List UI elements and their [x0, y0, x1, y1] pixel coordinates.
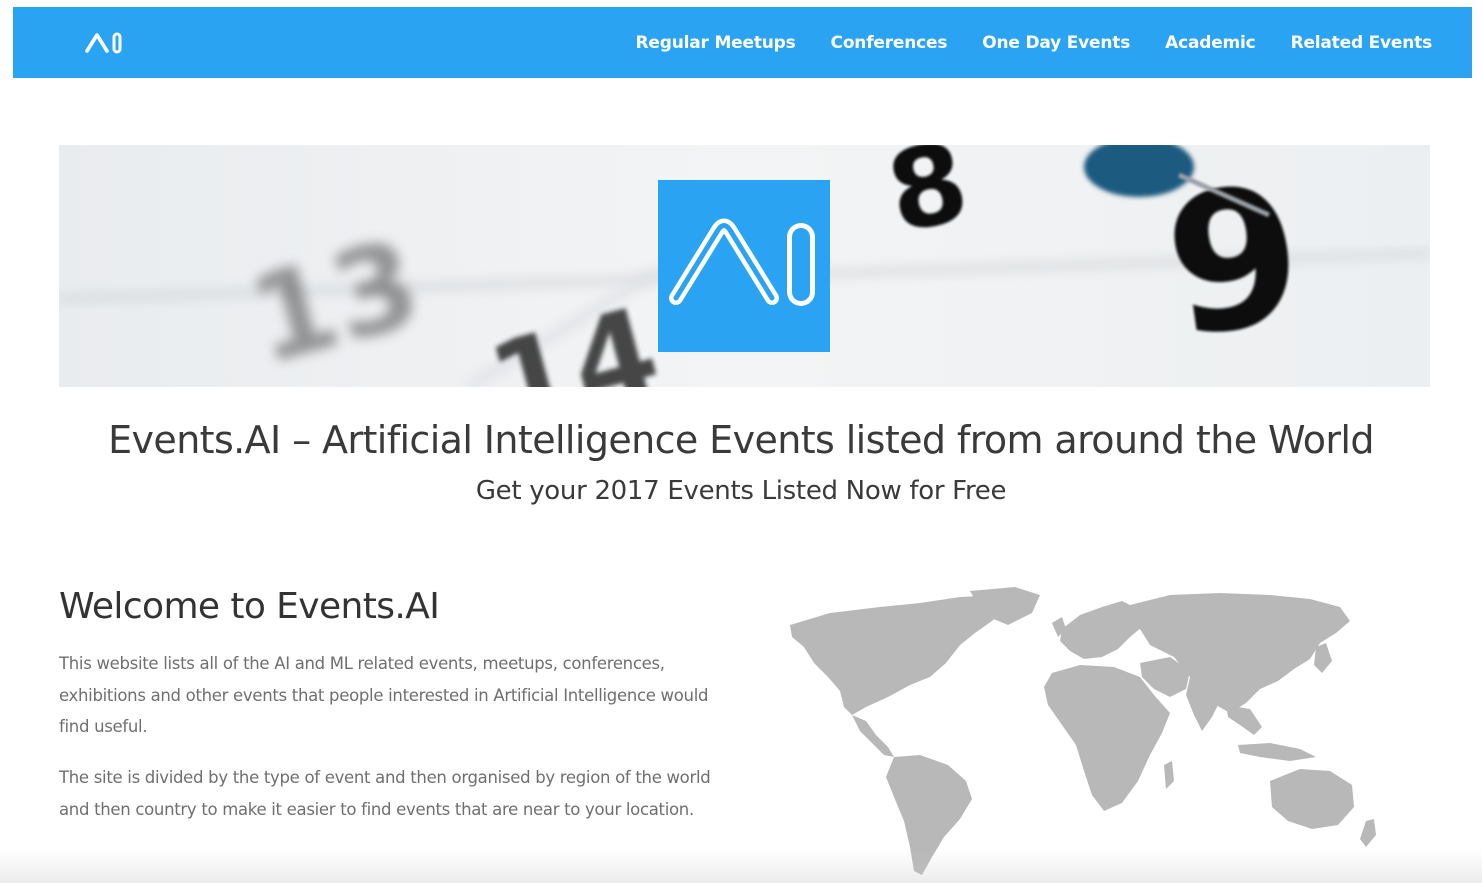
map-southeast-asia — [1226, 705, 1262, 735]
page-subheadline: Get your 2017 Events Listed Now for Free — [475, 476, 1007, 506]
map-central-america — [852, 715, 894, 757]
ai-logo-icon[interactable] — [83, 29, 127, 57]
ai-logo-large-icon — [669, 218, 815, 306]
map-australia — [1270, 769, 1354, 829]
nav-menu: Regular Meetups Conferences One Day Even… — [601, 7, 1433, 78]
welcome-paragraph-2: The site is divided by the type of event… — [59, 768, 711, 819]
top-navbar: Regular Meetups Conferences One Day Even… — [13, 7, 1472, 78]
map-madagascar — [1164, 761, 1174, 789]
welcome-heading: Welcome to Events.AI — [59, 586, 440, 627]
nav-item-related-events[interactable]: Related Events — [1291, 33, 1433, 53]
nav-item-academic[interactable]: Academic — [1165, 33, 1256, 53]
map-new-zealand — [1360, 819, 1376, 847]
world-map-icon — [790, 587, 1376, 875]
page-fade-shadow — [0, 850, 1482, 883]
nav-item-one-day-events[interactable]: One Day Events — [982, 33, 1130, 53]
welcome-paragraph-1: This website lists all of the AI and ML … — [59, 654, 709, 736]
nav-item-regular-meetups[interactable]: Regular Meetups — [636, 33, 796, 53]
nav-item-conferences[interactable]: Conferences — [831, 33, 948, 53]
map-india — [1186, 677, 1222, 731]
map-europe — [1060, 601, 1142, 659]
hero-ai-logo — [658, 180, 830, 352]
map-japan — [1314, 643, 1332, 673]
page-headline: Events.AI – Artificial Intelligence Even… — [108, 418, 1374, 462]
map-indonesia — [1238, 743, 1316, 761]
map-africa — [1044, 665, 1170, 811]
map-north-america — [790, 595, 1008, 715]
hero-banner: 13 14 8 9 — [59, 145, 1430, 387]
